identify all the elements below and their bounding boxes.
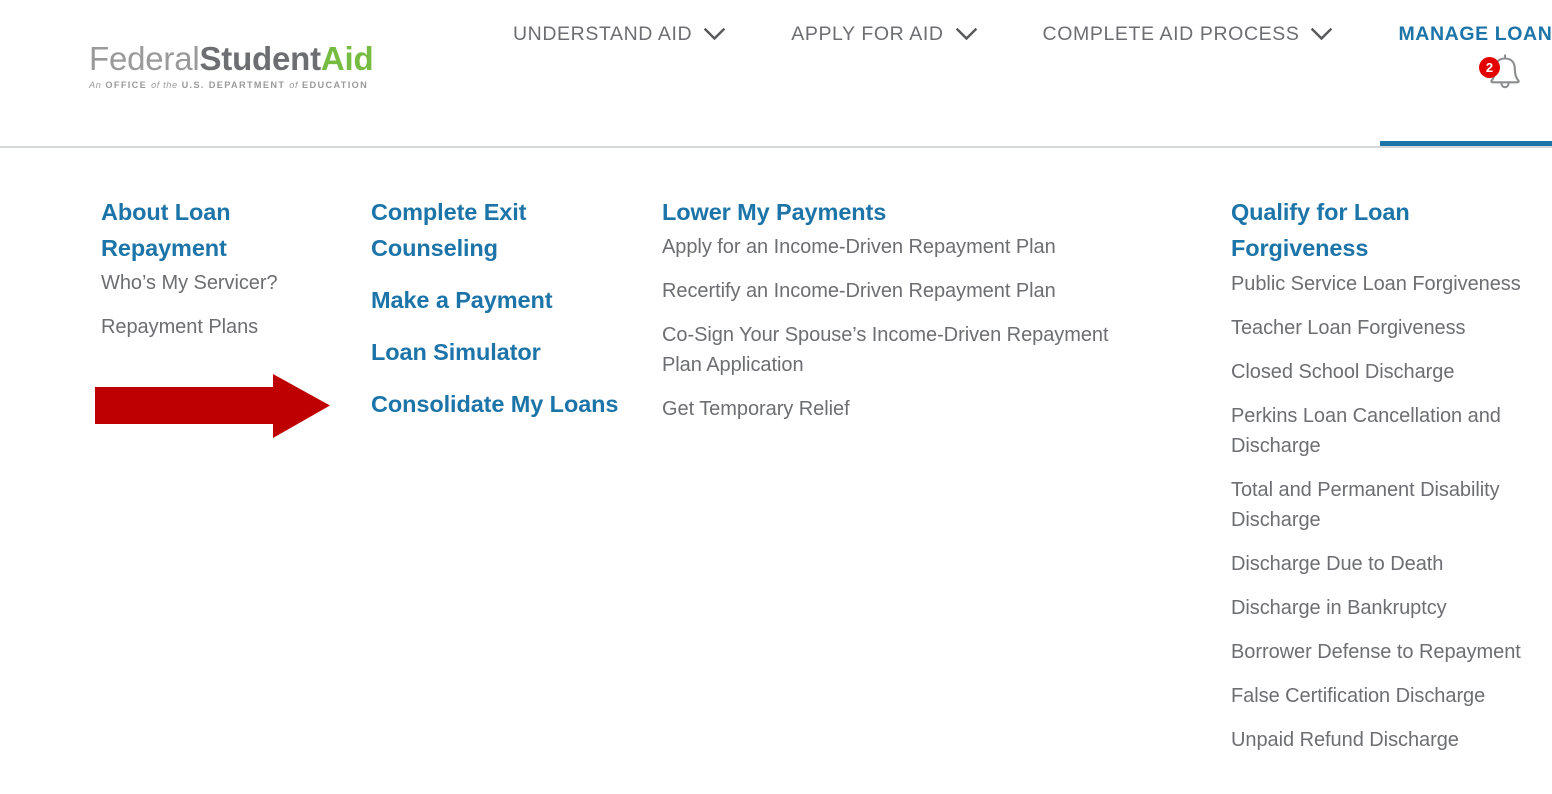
megamenu-link-loan-simulator[interactable]: Loan Simulator — [371, 334, 641, 370]
nav-active-underline — [1380, 141, 1552, 146]
logo-tagline-of: of — [289, 80, 299, 90]
megamenu-link-teacher-loan-forgiveness[interactable]: Teacher Loan Forgiveness — [1231, 313, 1521, 343]
megamenu-link-closed-school-discharge[interactable]: Closed School Discharge — [1231, 357, 1521, 387]
logo-tagline-education: EDUCATION — [302, 80, 369, 90]
nav-item-apply-for-aid[interactable]: APPLY FOR AID — [773, 0, 994, 146]
megamenu-link-get-temporary-relief[interactable]: Get Temporary Relief — [662, 394, 1132, 424]
nav-item-apply-for-aid-label: APPLY FOR AID — [791, 22, 944, 45]
megamenu-link-total-permanent-disability-discharge[interactable]: Total and Permanent Disability Discharge — [1231, 475, 1521, 535]
megamenu-column-lower-my-payments: Lower My Payments Apply for an Income-Dr… — [662, 194, 1132, 438]
main-navigation: UNDERSTAND AID APPLY FOR AID COMPLETE AI… — [480, 0, 1552, 146]
megamenu-column-complete-exit-counseling: Complete Exit Counseling Make a Payment … — [371, 194, 641, 438]
logo-wordmark: FederalStudentAid — [89, 42, 389, 76]
chevron-down-icon — [1311, 27, 1333, 119]
logo-tagline-dept: U.S. DEPARTMENT — [181, 80, 286, 90]
megamenu-heading-complete-exit-counseling[interactable]: Complete Exit Counseling — [371, 194, 641, 266]
megamenu-link-public-service-loan-forgiveness[interactable]: Public Service Loan Forgiveness — [1231, 269, 1521, 299]
logo-tagline-an: An — [89, 80, 102, 90]
notifications-button[interactable]: 2 — [1479, 52, 1531, 98]
logo-word-federal: Federal — [89, 40, 200, 77]
nav-item-complete-aid-process[interactable]: COMPLETE AID PROCESS — [1025, 0, 1351, 146]
chevron-down-icon — [955, 27, 977, 119]
notification-count-badge: 2 — [1479, 57, 1500, 78]
megamenu-heading-lower-my-payments[interactable]: Lower My Payments — [662, 194, 1132, 230]
nav-item-understand-aid[interactable]: UNDERSTAND AID — [495, 0, 743, 146]
logo-tagline: An OFFICE of the U.S. DEPARTMENT of EDUC… — [89, 80, 389, 90]
megamenu-link-whos-my-servicer[interactable]: Who’s My Servicer? — [101, 268, 351, 298]
megamenu-heading-about-loan-repayment[interactable]: About Loan Repayment — [101, 194, 351, 266]
logo-word-aid: Aid — [320, 40, 374, 77]
megamenu-columns: About Loan Repayment Who’s My Servicer? … — [0, 194, 1552, 794]
megamenu-column-qualify-for-loan-forgiveness: Qualify for Loan Forgiveness Public Serv… — [1231, 194, 1521, 769]
megamenu-column-about-loan-repayment: About Loan Repayment Who’s My Servicer? … — [101, 194, 351, 356]
megamenu-link-repayment-plans[interactable]: Repayment Plans — [101, 312, 351, 342]
megamenu-link-borrower-defense-to-repayment[interactable]: Borrower Defense to Repayment — [1231, 637, 1521, 667]
logo-word-student: Student — [199, 40, 322, 77]
nav-item-understand-aid-label: UNDERSTAND AID — [513, 22, 693, 45]
logo-tagline-office: OFFICE — [105, 80, 148, 90]
federal-student-aid-logo[interactable]: FederalStudentAid An OFFICE of the U.S. … — [89, 42, 389, 91]
manage-loans-megamenu: About Loan Repayment Who’s My Servicer? … — [0, 148, 1552, 794]
megamenu-heading-qualify-for-loan-forgiveness[interactable]: Qualify for Loan Forgiveness — [1231, 194, 1521, 266]
nav-item-complete-aid-process-label: COMPLETE AID PROCESS — [1042, 22, 1300, 45]
chevron-down-icon — [704, 27, 726, 119]
megamenu-link-make-a-payment[interactable]: Make a Payment — [371, 282, 641, 318]
megamenu-link-discharge-due-to-death[interactable]: Discharge Due to Death — [1231, 549, 1521, 579]
megamenu-link-unpaid-refund-discharge[interactable]: Unpaid Refund Discharge — [1231, 725, 1521, 755]
megamenu-link-perkins-loan-cancellation[interactable]: Perkins Loan Cancellation and Discharge — [1231, 401, 1521, 461]
megamenu-link-apply-idr-plan[interactable]: Apply for an Income-Driven Repayment Pla… — [662, 232, 1132, 262]
megamenu-link-recertify-idr-plan[interactable]: Recertify an Income-Driven Repayment Pla… — [662, 276, 1132, 306]
logo-tagline-ofthe: of the — [151, 80, 178, 90]
megamenu-link-false-certification-discharge[interactable]: False Certification Discharge — [1231, 681, 1521, 711]
megamenu-link-cosign-spouse-idr-application[interactable]: Co-Sign Your Spouse’s Income-Driven Repa… — [662, 320, 1132, 380]
megamenu-link-discharge-in-bankruptcy[interactable]: Discharge in Bankruptcy — [1231, 593, 1521, 623]
site-header: FederalStudentAid An OFFICE of the U.S. … — [0, 0, 1552, 148]
megamenu-link-consolidate-my-loans[interactable]: Consolidate My Loans — [371, 386, 641, 422]
